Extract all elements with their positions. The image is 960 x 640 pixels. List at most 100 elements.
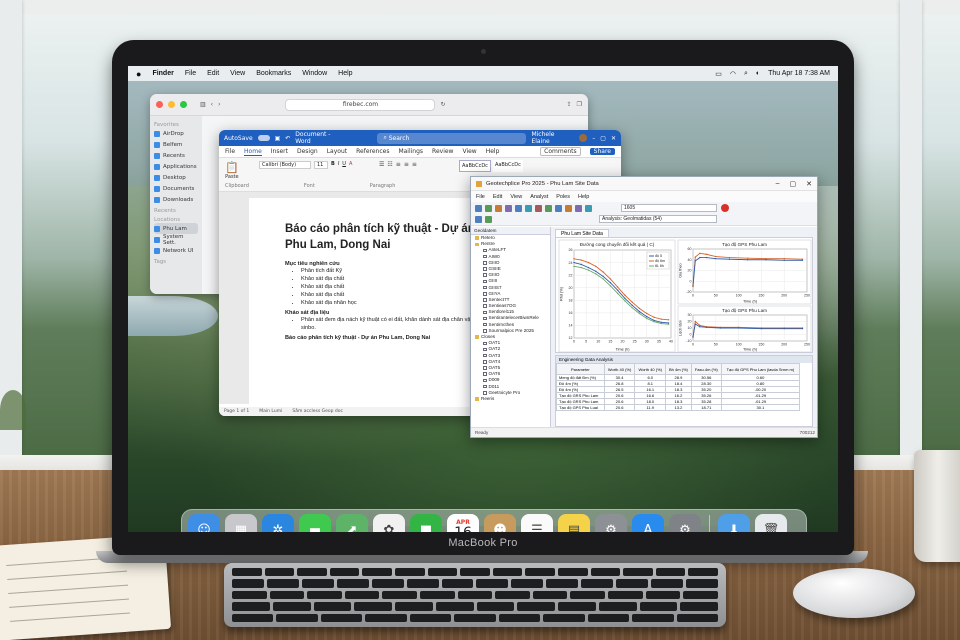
sidebar-item-phu-lam[interactable]: Phu Lam (154, 223, 198, 234)
numbering-icon[interactable]: ☷ (387, 161, 392, 168)
sidebar-item-system-settings[interactable]: System Sett. (154, 234, 198, 246)
toolbar-tool-icon[interactable] (475, 216, 482, 223)
control-center-icon[interactable]: ◐ (756, 70, 760, 77)
dock-downloads-icon[interactable]: ⬇ (718, 514, 750, 532)
user-name[interactable]: Michele Elaine (531, 131, 574, 145)
forward-icon[interactable]: › (218, 101, 220, 108)
undo-icon[interactable]: ↶ (285, 135, 290, 142)
tab-references[interactable]: References (356, 148, 389, 155)
minimize-button[interactable] (168, 101, 175, 108)
align-right-icon[interactable]: ≡ (412, 161, 417, 168)
stop-icon[interactable] (721, 204, 729, 212)
sidebar-item-recents[interactable]: Recents (154, 150, 198, 161)
menu-help[interactable]: Help (578, 194, 589, 200)
menu-file[interactable]: File (476, 194, 485, 200)
menu-file[interactable]: File (185, 70, 196, 77)
search-icon[interactable]: ⌕ (744, 70, 748, 78)
align-center-icon[interactable]: ≡ (404, 161, 409, 168)
toolbar-tool-icon[interactable] (565, 205, 572, 212)
comments-button[interactable]: Comments (540, 147, 581, 156)
sidebar-item-desktop[interactable]: Desktop (154, 172, 198, 183)
toolbar-tool-icon[interactable] (485, 205, 492, 212)
menu-app-name[interactable]: Finder (152, 70, 173, 77)
table-row[interactable]: Tạo độ GPS Phu Lual 20.6 11.9 13.2 18.71 30.1 (556, 404, 801, 411)
menu-view[interactable]: View (230, 70, 245, 77)
style-normal[interactable]: AaBbCcDc (459, 160, 491, 172)
apple-icon[interactable]: ● (136, 69, 141, 79)
toolbar-tool-icon[interactable] (495, 205, 502, 212)
word-search-box[interactable]: ⌕ Search (377, 132, 527, 144)
dock-contacts-icon[interactable]: ☻ (484, 514, 516, 532)
dock-photos-icon[interactable]: ✿ (373, 514, 405, 532)
toolbar-tool-icon[interactable] (505, 205, 512, 212)
save-icon[interactable]: ▣ (275, 135, 281, 142)
sidebar-item-documents[interactable]: Documents (154, 183, 198, 194)
toolbar-tool-icon[interactable] (545, 205, 552, 212)
tab-mailings[interactable]: Mailings (398, 148, 423, 155)
sidebar-item-belfem[interactable]: Belfem (154, 139, 198, 150)
close-icon[interactable]: ✕ (806, 180, 812, 188)
menu-edit[interactable]: Edit (207, 70, 219, 77)
menu-bookmarks[interactable]: Bookmarks (256, 70, 291, 77)
tab-file[interactable]: File (225, 148, 235, 155)
reload-icon[interactable]: ↻ (440, 101, 445, 108)
share-icon[interactable]: ⇪ (567, 101, 572, 108)
table-column-header[interactable]: Worth 40 (%) (634, 363, 667, 375)
menu-poles[interactable]: Poles (556, 194, 570, 200)
menu-analyst[interactable]: Analyst (530, 194, 548, 200)
menu-window[interactable]: Window (302, 70, 327, 77)
dock-finder-icon[interactable]: ☺ (188, 514, 220, 532)
sidebar-item-airdrop[interactable]: AirDrop (154, 128, 198, 139)
dock-facetime-icon[interactable]: ■ (410, 514, 442, 532)
table-column-header[interactable]: Worth 40 (%) (603, 363, 636, 375)
sidebar-item-downloads[interactable]: Downloads (154, 194, 198, 205)
italic-icon[interactable]: I (338, 161, 339, 169)
toolbar-tool-icon[interactable] (485, 216, 492, 223)
sample-select[interactable]: 1605 (621, 204, 717, 212)
tab-help[interactable]: Help (486, 148, 500, 155)
maximize-icon[interactable]: ▢ (790, 180, 797, 188)
menu-clock[interactable]: Thu Apr 18 7:38 AM (768, 70, 830, 77)
share-button[interactable]: Share (589, 148, 615, 155)
style-no-spacing[interactable]: AaBbCcDc (492, 160, 523, 172)
dock-reminders-icon[interactable]: ☰ (521, 514, 553, 532)
dock-app-store-icon[interactable]: A (632, 514, 664, 532)
table-row[interactable]: Tạo độ GRS Phu Lam 20.6 16.6 16.2 35.26 -01.2… (556, 392, 801, 399)
maximize-icon[interactable]: ▢ (600, 135, 606, 142)
tab-layout[interactable]: Layout (327, 148, 347, 155)
dock-trash-icon[interactable]: 🗑 (755, 514, 787, 532)
table-row[interactable]: Tạo độ GRS Phu Lam 20.6 18.0 18.3 35.28 -01.2… (556, 398, 801, 405)
tab-view[interactable]: View (462, 148, 476, 155)
tab-home[interactable]: Home (244, 148, 262, 156)
paste-button[interactable]: 📋 Paste (225, 161, 239, 180)
font-color-icon[interactable]: A (349, 161, 352, 169)
close-button[interactable] (156, 101, 163, 108)
bold-icon[interactable]: B (331, 161, 335, 169)
toolbar-tool-icon[interactable] (535, 205, 542, 212)
toolbar-tool-icon[interactable] (475, 205, 482, 212)
table-column-header[interactable]: Parameter (556, 363, 605, 375)
dock-safari-icon[interactable]: ✲ (262, 514, 294, 532)
minimize-icon[interactable]: – (776, 180, 780, 188)
wifi-icon[interactable]: ◠ (730, 70, 736, 78)
toolbar-tool-icon[interactable] (515, 205, 522, 212)
dock-maps-icon[interactable]: ⬈ (336, 514, 368, 532)
sidebar-item-applications[interactable]: Applications (154, 161, 198, 172)
menu-view[interactable]: View (510, 194, 522, 200)
dock-calendar-icon[interactable]: APR16 (447, 514, 479, 532)
tree-item[interactable]: Reeris (471, 396, 550, 402)
table-row[interactable]: Meng độ đất Đm (%) 30.4 6.0 28.9 30.56 0.60 (556, 374, 801, 381)
finder-address-bar[interactable]: firebec.com (285, 98, 436, 111)
close-icon[interactable]: ✕ (611, 135, 616, 142)
dock-launchpad-icon[interactable]: ▦ (225, 514, 257, 532)
dock-messages-icon[interactable]: ▬ (299, 514, 331, 532)
tabs-icon[interactable]: ❐ (577, 101, 582, 108)
menu-edit[interactable]: Edit (493, 194, 502, 200)
battery-icon[interactable]: ▭ (715, 70, 722, 78)
avatar[interactable] (579, 134, 588, 142)
menu-help[interactable]: Help (338, 70, 352, 77)
sidebar-toggle-icon[interactable]: ▥ (200, 101, 206, 108)
table-column-header[interactable]: Fasu.4m (%) (690, 363, 722, 375)
font-name-select[interactable]: Calibri (Body) (259, 161, 311, 169)
back-icon[interactable]: ‹ (211, 101, 213, 108)
